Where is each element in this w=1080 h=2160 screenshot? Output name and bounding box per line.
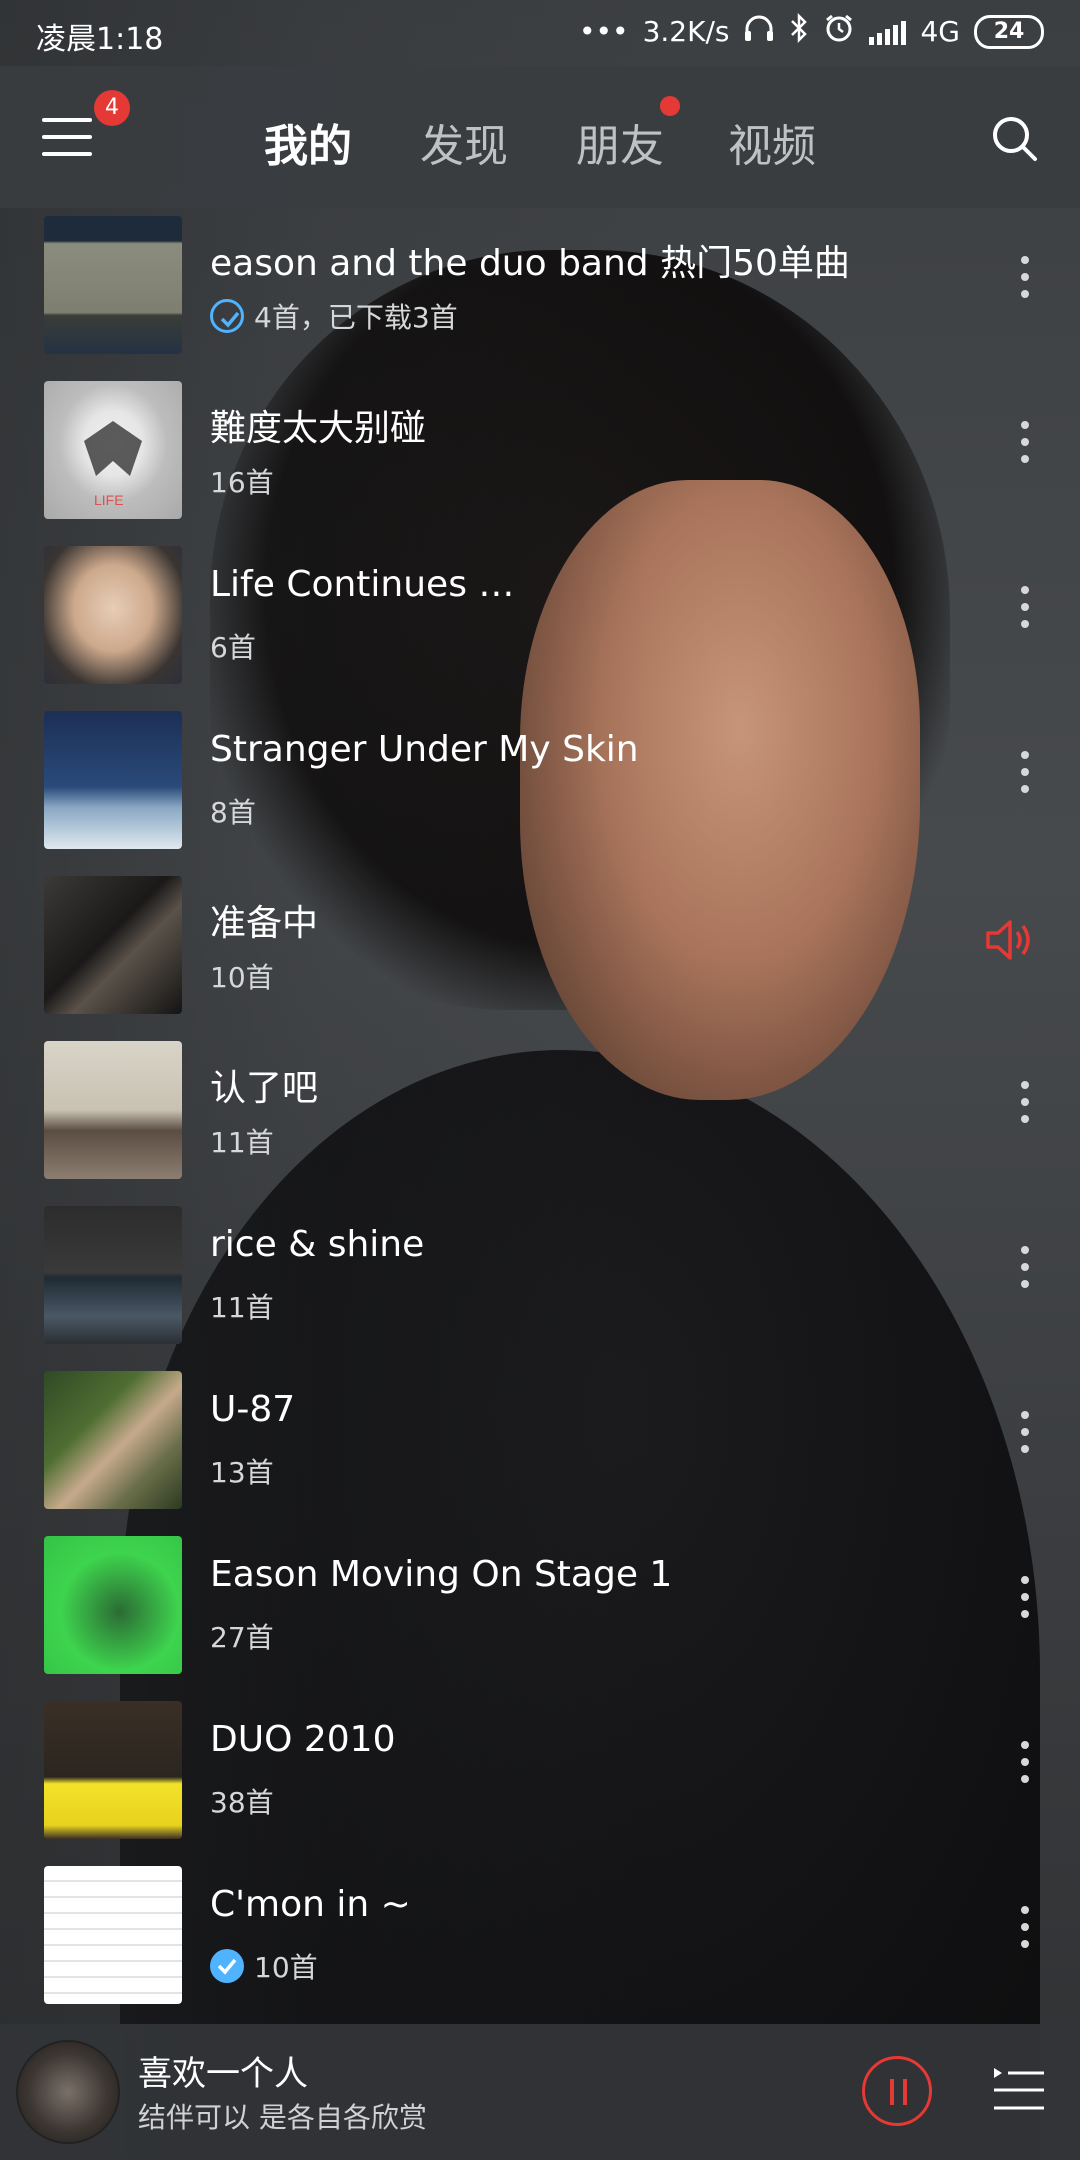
more-options-icon[interactable] (1020, 751, 1030, 801)
status-dots: ••• (579, 15, 629, 48)
now-playing-speaker-icon (984, 916, 1036, 968)
album-title: U-87 (210, 1389, 296, 1430)
album-item[interactable]: Stranger Under My Skin 8首 (0, 707, 1080, 872)
album-title: eason and the duo band 热门50单曲 (210, 243, 850, 284)
album-item[interactable]: C'mon in ~ 10首 (0, 1862, 1080, 2027)
friends-notification-dot (660, 96, 680, 116)
album-subtitle: 6首 (210, 631, 256, 664)
album-cover (44, 546, 182, 684)
album-cover: LIFE (44, 381, 182, 519)
album-title: Life Continues … (210, 564, 515, 605)
menu-button[interactable] (42, 118, 92, 158)
tab-video[interactable]: 视频 (728, 110, 816, 174)
album-item-playing[interactable]: 准备中 10首 (0, 872, 1080, 1037)
network-speed: 3.2K/s (642, 15, 730, 48)
album-item[interactable]: LIFE 難度太大别碰 16首 (0, 377, 1080, 542)
album-item[interactable]: rice & shine 11首 (0, 1202, 1080, 1367)
album-title: 准备中 (210, 903, 319, 944)
svg-text:LIFE: LIFE (94, 492, 124, 508)
album-cover (44, 1536, 182, 1674)
album-cover (44, 1701, 182, 1839)
album-subtitle: 11首 (210, 1291, 274, 1324)
status-time: 凌晨1:18 (36, 22, 164, 57)
album-cover (44, 711, 182, 849)
album-title: C'mon in ~ (210, 1884, 411, 1925)
album-item[interactable]: eason and the duo band 热门50单曲 4首，已下载3首 (0, 212, 1080, 377)
album-item[interactable]: U-87 13首 (0, 1367, 1080, 1532)
more-options-icon[interactable] (1020, 586, 1030, 636)
album-subtitle: 13首 (210, 1456, 274, 1489)
tab-friends[interactable]: 朋友 (576, 110, 664, 174)
bluetooth-icon (789, 12, 809, 50)
more-options-icon[interactable] (1020, 1081, 1030, 1131)
more-options-icon[interactable] (1020, 421, 1030, 471)
album-item[interactable]: Eason Moving On Stage 1 27首 (0, 1532, 1080, 1697)
downloaded-check-icon (210, 299, 244, 333)
more-options-icon[interactable] (1020, 256, 1030, 306)
network-type: 4G (920, 15, 960, 48)
album-subtitle: 8首 (210, 796, 256, 829)
mini-player[interactable]: 喜欢一个人 结伴可以 是各自各欣赏 (0, 2024, 1080, 2160)
more-options-icon[interactable] (1020, 1246, 1030, 1296)
album-subtitle: 16首 (210, 466, 274, 499)
tab-discover[interactable]: 发现 (420, 110, 508, 174)
album-title: Stranger Under My Skin (210, 729, 639, 770)
more-options-icon[interactable] (1020, 1411, 1030, 1461)
album-title: 難度太大别碰 (210, 408, 427, 449)
album-title: Eason Moving On Stage 1 (210, 1554, 673, 1595)
alarm-icon (823, 12, 855, 51)
album-subtitle: 38首 (210, 1786, 274, 1819)
album-subtitle: 11首 (210, 1126, 274, 1159)
signal-icon (869, 19, 907, 45)
album-cover (44, 1866, 182, 2004)
pause-button[interactable] (862, 2056, 932, 2126)
now-playing-title: 喜欢一个人 (138, 2054, 308, 2094)
status-bar: 凌晨1:18 ••• 3.2K/s 4G 24 (0, 0, 1080, 66)
album-cover (44, 1041, 182, 1179)
album-cover (44, 876, 182, 1014)
tab-mine[interactable]: 我的 (264, 110, 352, 174)
downloaded-check-icon (210, 1949, 244, 1983)
album-cover (44, 1371, 182, 1509)
album-cover (44, 216, 182, 354)
album-subtitle: 10首 (254, 1951, 318, 1984)
battery-indicator: 24 (974, 14, 1044, 49)
album-title: DUO 2010 (210, 1719, 396, 1760)
now-playing-cover[interactable] (16, 2040, 120, 2144)
menu-badge: 4 (94, 90, 130, 126)
album-cover (44, 1206, 182, 1344)
album-item[interactable]: DUO 2010 38首 (0, 1697, 1080, 1862)
playlist-icon[interactable] (992, 2064, 1046, 2116)
top-navigation: 4 我的 发现 朋友 视频 (0, 66, 1080, 208)
now-playing-lyric: 结伴可以 是各自各欣赏 (138, 2101, 427, 2134)
album-title: 认了吧 (210, 1068, 319, 1109)
album-title: rice & shine (210, 1224, 425, 1265)
album-subtitle: 4首，已下载3首 (254, 301, 458, 334)
album-item[interactable]: Life Continues … 6首 (0, 542, 1080, 707)
album-subtitle: 27首 (210, 1621, 274, 1654)
more-options-icon[interactable] (1020, 1906, 1030, 1956)
album-subtitle: 10首 (210, 961, 274, 994)
more-options-icon[interactable] (1020, 1741, 1030, 1791)
album-item[interactable]: 认了吧 11首 (0, 1037, 1080, 1202)
headphone-icon (743, 13, 775, 50)
more-options-icon[interactable] (1020, 1576, 1030, 1626)
search-icon[interactable] (990, 114, 1038, 162)
